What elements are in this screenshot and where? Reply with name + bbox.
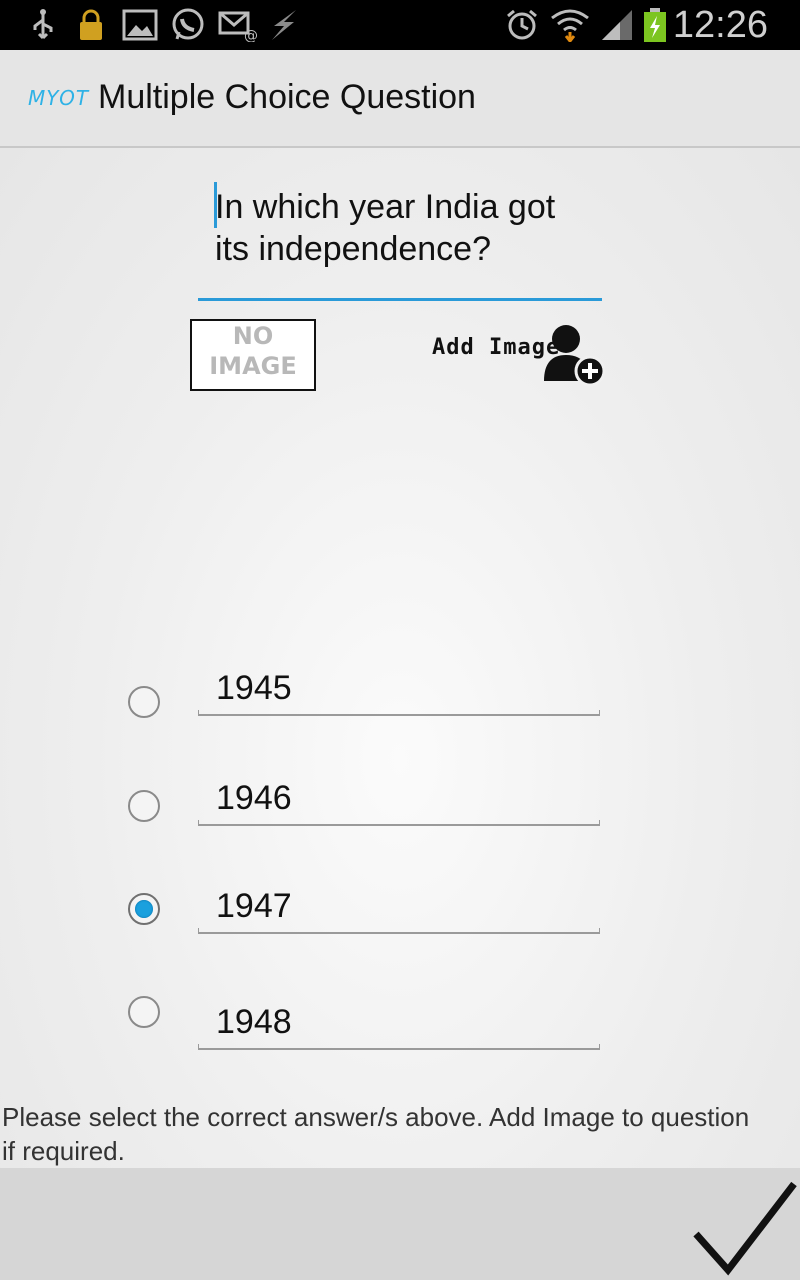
answer-text-1: 1945 bbox=[216, 669, 292, 707]
clock: 12:26 bbox=[672, 4, 768, 46]
gallery-icon bbox=[122, 9, 158, 41]
answer-option-1: 1945 bbox=[120, 669, 610, 750]
instruction-text: Please select the correct answer/s above… bbox=[2, 1102, 750, 1166]
field-underline bbox=[198, 1044, 600, 1050]
flash-icon bbox=[272, 10, 296, 40]
add-image-button[interactable]: Add Image bbox=[430, 319, 610, 389]
radio-option-4[interactable] bbox=[128, 996, 160, 1028]
action-bar: MYOT Multiple Choice Question bbox=[0, 50, 800, 148]
question-editor: In which year India got its independence… bbox=[0, 148, 800, 1168]
answer-option-3: 1947 bbox=[120, 887, 610, 968]
answer-field-3[interactable]: 1947 bbox=[198, 887, 602, 934]
bottom-action-bar bbox=[0, 1168, 800, 1280]
wifi-icon bbox=[551, 9, 589, 42]
app-logo: MYOT bbox=[28, 86, 90, 110]
battery-icon bbox=[644, 8, 666, 42]
alarm-icon bbox=[507, 9, 537, 40]
field-underline bbox=[198, 710, 600, 716]
answer-field-4[interactable]: 1948 bbox=[198, 1003, 602, 1050]
signal-icon bbox=[602, 10, 632, 40]
answer-option-4: 1948 bbox=[120, 996, 610, 1076]
no-image-line2: IMAGE bbox=[209, 352, 297, 380]
svg-text:@: @ bbox=[244, 28, 258, 42]
no-image-line1: NO bbox=[232, 322, 274, 350]
question-input[interactable]: In which year India got its independence… bbox=[198, 180, 602, 301]
radio-selected-dot bbox=[135, 900, 153, 918]
answer-text-3: 1947 bbox=[216, 887, 292, 925]
field-underline bbox=[198, 820, 600, 826]
add-user-icon bbox=[544, 325, 606, 387]
answer-field-1[interactable]: 1945 bbox=[198, 669, 602, 716]
page-title: Multiple Choice Question bbox=[98, 78, 476, 116]
radio-option-3-selected[interactable] bbox=[128, 893, 160, 925]
radio-option-2[interactable] bbox=[128, 790, 160, 822]
answer-option-2: 1946 bbox=[120, 779, 610, 860]
usb-icon bbox=[33, 9, 53, 40]
answer-text-4: 1948 bbox=[216, 1003, 292, 1041]
field-underline bbox=[198, 928, 600, 934]
no-image-placeholder: NO IMAGE bbox=[190, 319, 316, 391]
email-icon: @ bbox=[218, 11, 258, 42]
answer-field-2[interactable]: 1946 bbox=[198, 779, 602, 826]
whatsapp-icon bbox=[172, 8, 204, 40]
status-bar: @ 12:26 bbox=[0, 0, 800, 50]
lock-icon bbox=[80, 9, 102, 40]
answer-text-2: 1946 bbox=[216, 779, 292, 817]
question-text: In which year India got its independence… bbox=[215, 188, 556, 268]
radio-option-1[interactable] bbox=[128, 686, 160, 718]
confirm-check-icon[interactable] bbox=[690, 1174, 800, 1280]
